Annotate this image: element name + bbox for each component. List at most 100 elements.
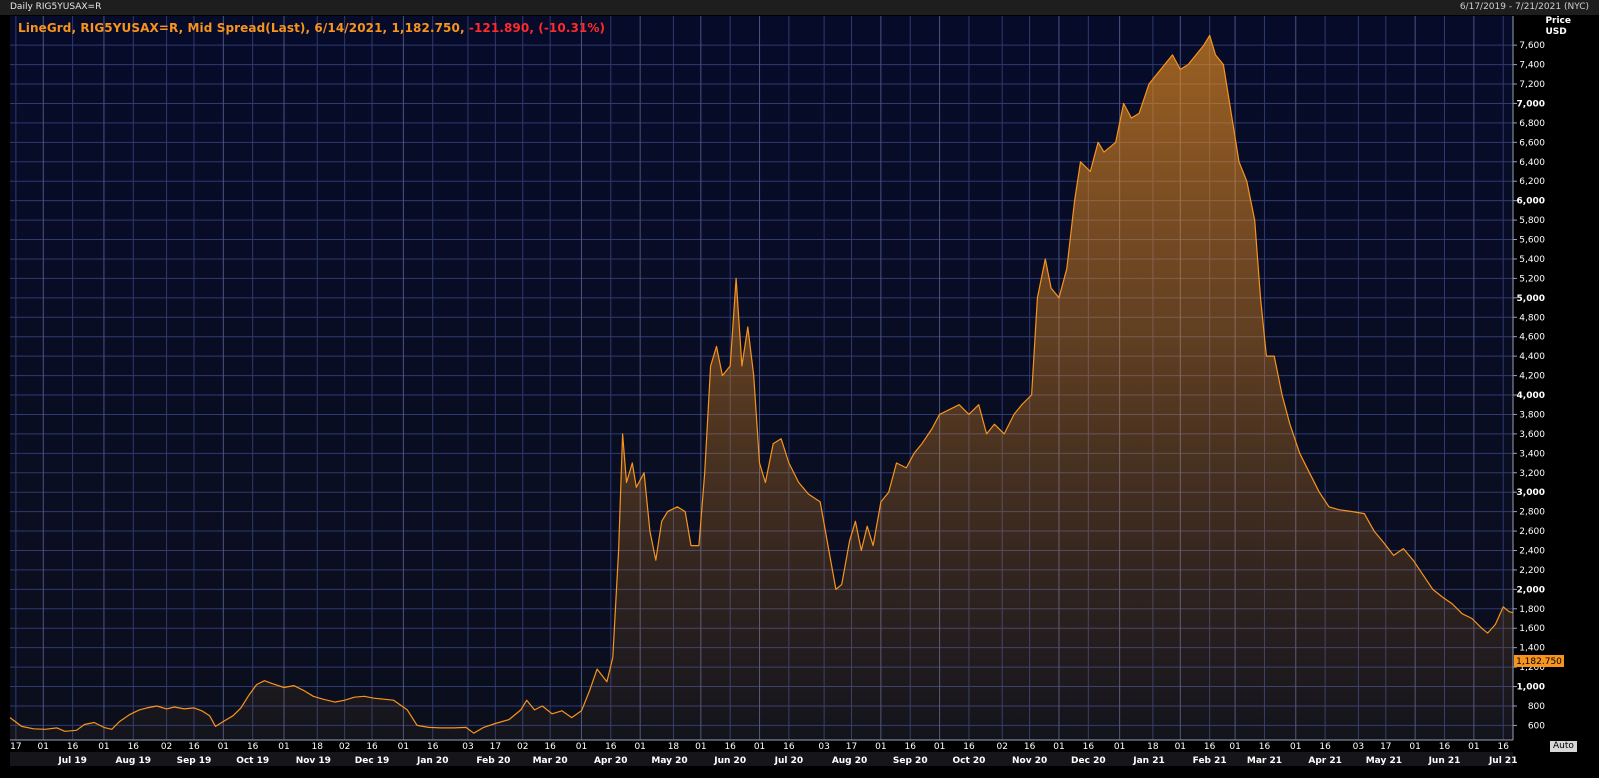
x-tick-month-label: Oct 19 [236,756,269,766]
y-tick-label: 6,800 [1519,119,1545,129]
y-axis-label-price: Price [1545,16,1571,26]
x-tick-month-label: Mar 20 [533,756,568,766]
y-tick-label: 6,400 [1519,158,1545,168]
x-tick-month-label: Aug 20 [832,756,867,766]
x-tick-day-label: 02 [517,742,528,752]
y-tick-label: 4,600 [1519,333,1545,343]
x-tick-month-label: Sep 20 [893,756,928,766]
x-tick-day-label: 18 [1147,742,1159,752]
y-tick-label: 5,400 [1519,255,1545,265]
x-tick-day-label: 16 [963,742,975,752]
x-tick-month-label: Jul 21 [1488,756,1518,766]
x-axis: 17 01 16 01 16 02 16 01 16 01 18 02 16 01 16 03 17 02 16 01… [10,739,1518,766]
x-tick-day-label: 18 [668,742,680,752]
y-tick-label: 800 [1528,702,1545,712]
x-tick-day-label: 01 [218,742,229,752]
y-tick-label: 5,800 [1519,216,1545,226]
x-tick-day-label: 16 [128,742,140,752]
x-tick-day-label: 16 [1083,742,1095,752]
x-tick-day-label: 16 [724,742,736,752]
x-tick-day-label: 17 [846,742,857,752]
x-tick-day-label: 16 [1497,742,1509,752]
y-tick-label: 4,200 [1519,372,1545,382]
x-tick-month-label: Nov 19 [296,756,331,766]
x-tick-day-label: 01 [875,742,886,752]
auto-scale-button[interactable]: Auto [1550,741,1577,752]
x-tick-day-label: 01 [98,742,109,752]
y-tick-label: 3,400 [1519,449,1545,459]
y-tick-label: 3,200 [1519,469,1545,479]
x-tick-day-label: 01 [1290,742,1301,752]
chart-legend: LineGrd, RIG5YUSAX=R, Mid Spread(Last), … [18,21,605,35]
x-tick-day-label: 17 [1380,742,1391,752]
y-axis-label-currency: USD [1545,27,1567,37]
x-tick-day-label: 16 [427,742,439,752]
x-tick-month-label: Jun 21 [1428,756,1461,766]
x-tick-month-label: Jun 20 [713,756,746,766]
x-tick-month-label: Jan 21 [1132,756,1165,766]
x-tick-day-label: 03 [1353,742,1364,752]
x-tick-day-label: 16 [1204,742,1216,752]
y-tick-label: 6,600 [1519,138,1545,148]
x-tick-day-label: 02 [996,742,1007,752]
x-tick-month-label: Jul 20 [774,756,804,766]
x-tick-month-label: Dec 19 [355,756,390,766]
y-tick-label: 5,600 [1519,236,1545,246]
x-tick-day-label: 02 [161,742,172,752]
x-tick-day-label: 16 [188,742,200,752]
y-tick-label: 7,000 [1517,99,1545,109]
x-tick-day-label: 16 [544,742,556,752]
x-tick-day-label: 17 [490,742,501,752]
x-tick-day-label: 01 [634,742,645,752]
area-chart[interactable]: 6008001,0001,2001,4001,6001,8002,0002,20… [0,0,1599,778]
y-tick-label: 6,200 [1519,177,1545,187]
x-tick-day-label: 16 [783,742,795,752]
y-tick-label: 3,800 [1519,410,1545,420]
x-tick-month-label: Jan 20 [416,756,449,766]
y-tick-label: 4,400 [1519,352,1545,362]
y-tick-label: 2,600 [1519,527,1545,537]
legend-change-text: -121.890, (-10.31%) [464,21,606,35]
x-tick-day-label: 01 [278,742,289,752]
y-tick-label: 1,800 [1519,605,1545,615]
x-tick-month-label: Apr 21 [1308,756,1342,766]
y-tick-label: 6,000 [1517,197,1545,207]
x-tick-month-label: Dec 20 [1071,756,1106,766]
x-tick-day-label: 01 [576,742,587,752]
last-value-tag-label: 1,182.750 [1516,657,1562,667]
x-tick-month-label: May 20 [651,756,687,766]
y-tick-label: 1,000 [1517,683,1545,693]
y-tick-label: 3,600 [1519,430,1545,440]
x-tick-day-label: 01 [754,742,765,752]
y-tick-label: 7,600 [1519,41,1545,51]
y-tick-label: 4,800 [1519,313,1545,323]
x-tick-day-label: 16 [1319,742,1331,752]
x-tick-day-label: 03 [462,742,473,752]
legend-main-text: LineGrd, RIG5YUSAX=R, Mid Spread(Last), … [18,21,465,35]
x-tick-day-label: 01 [1175,742,1186,752]
x-tick-day-label: 16 [247,742,259,752]
x-tick-day-label: 01 [1053,742,1064,752]
y-tick-label: 4,000 [1517,391,1545,401]
x-tick-day-label: 16 [1439,742,1451,752]
x-tick-month-label: Sep 19 [177,756,212,766]
y-tick-label: 2,200 [1519,566,1545,576]
x-tick-day-label: 16 [905,742,917,752]
x-tick-day-label: 01 [1114,742,1125,752]
x-tick-day-label: 16 [67,742,79,752]
y-tick-label: 2,000 [1517,585,1545,595]
x-tick-day-label: 01 [1229,742,1240,752]
y-tick-label: 1,400 [1519,644,1545,654]
x-tick-day-label: 01 [934,742,945,752]
y-tick-label: 5,200 [1519,274,1545,284]
x-tick-day-label: 16 [1259,742,1271,752]
y-tick-label: 2,400 [1519,546,1545,556]
x-tick-day-label: 03 [818,742,829,752]
x-tick-day-label: 16 [1024,742,1036,752]
y-tick-label: 600 [1528,721,1545,731]
y-axis-unit-label: Price USD [1545,16,1571,38]
y-tick-label: 5,000 [1517,294,1545,304]
x-tick-day-label: 18 [312,742,324,752]
x-tick-month-label: May 21 [1366,756,1402,766]
x-tick-month-label: Nov 20 [1012,756,1047,766]
